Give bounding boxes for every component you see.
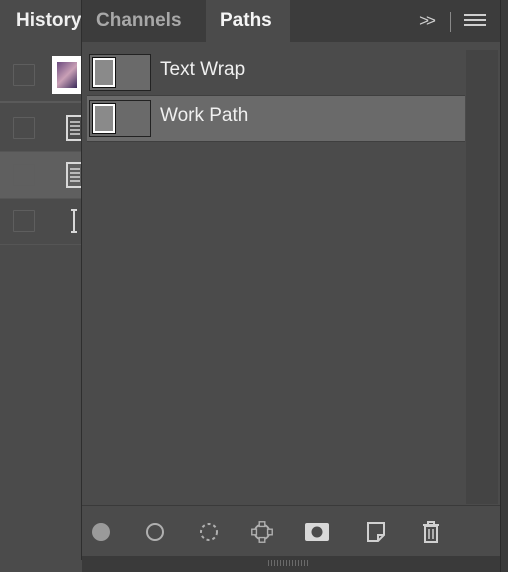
history-source-checkbox[interactable] [13, 210, 35, 232]
history-state-row[interactable] [0, 198, 82, 244]
panel-right-edge [500, 0, 508, 572]
history-separator [0, 101, 82, 103]
path-thumbnail [89, 54, 151, 91]
panel-resize-strip[interactable] [82, 556, 500, 572]
fill-path-icon[interactable] [88, 520, 114, 544]
snapshot-thumbnail [52, 56, 82, 94]
paths-panel: Channels Paths >> Text Wrap Work Path [82, 0, 500, 560]
panel-right-border [500, 0, 501, 572]
history-state-row[interactable] [0, 105, 84, 151]
history-snapshot[interactable] [0, 52, 82, 98]
path-name: Text Wrap [160, 59, 246, 80]
snapshot-source-checkbox[interactable] [13, 64, 35, 86]
path-row-selected[interactable]: Work Path [87, 96, 465, 142]
add-mask-icon[interactable] [304, 520, 330, 544]
resize-grip-icon[interactable] [268, 560, 308, 566]
paths-footer [82, 505, 500, 556]
path-name: Work Path [160, 105, 249, 126]
paths-scrollbar[interactable] [466, 50, 498, 504]
history-source-checkbox[interactable] [13, 117, 35, 139]
panel-menu-icon[interactable] [464, 14, 486, 28]
history-row-divider [0, 244, 82, 245]
paths-tabbar: Channels Paths >> [82, 0, 500, 42]
path-row[interactable]: Text Wrap [87, 50, 465, 96]
new-path-icon[interactable] [363, 520, 389, 544]
path-thumbnail [89, 100, 151, 137]
tab-paths[interactable]: Paths [206, 0, 290, 42]
paths-list: Text Wrap Work Path [87, 50, 465, 506]
make-work-path-icon[interactable] [249, 520, 275, 544]
history-source-checkbox[interactable] [13, 164, 35, 186]
collapse-panel-button[interactable]: >> [414, 10, 438, 32]
tab-history[interactable]: History [0, 0, 82, 42]
tabbar-divider [450, 12, 451, 32]
stroke-path-icon[interactable] [142, 520, 168, 544]
trash-icon[interactable] [418, 520, 444, 544]
history-state-row-selected[interactable] [0, 152, 84, 198]
tab-channels[interactable]: Channels [82, 0, 206, 42]
load-as-selection-icon[interactable] [196, 520, 222, 544]
